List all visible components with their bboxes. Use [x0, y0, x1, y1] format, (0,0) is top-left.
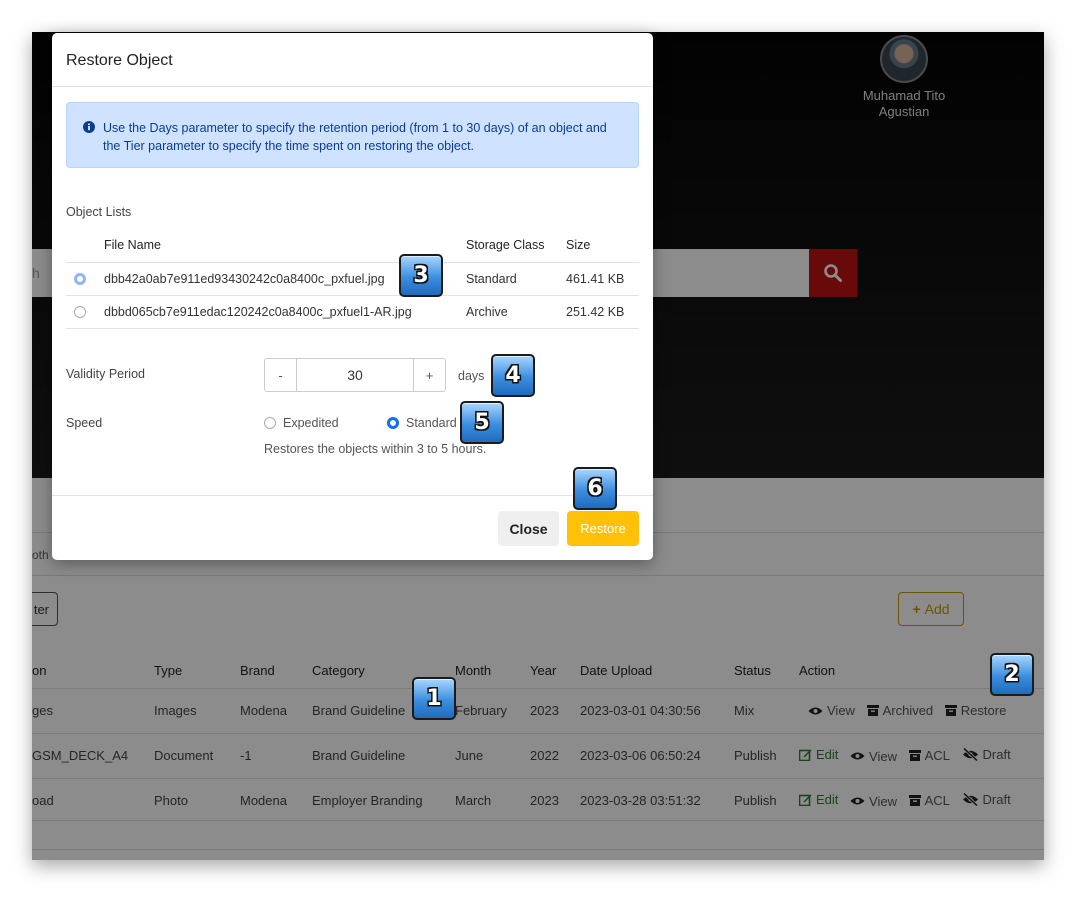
object-row[interactable]: dbbd065cb7e911edac120242c0a8400c_pxfuel1…	[66, 294, 639, 329]
info-icon	[83, 121, 95, 133]
validity-period-label: Validity Period	[66, 367, 145, 381]
col-select	[66, 229, 104, 262]
restore-object-modal: Restore Object Use the Days parameter to…	[52, 33, 653, 560]
callout-marker: 4	[491, 354, 535, 397]
object-file-name: dbbd065cb7e911edac120242c0a8400c_pxfuel1…	[104, 294, 466, 329]
info-alert: Use the Days parameter to specify the re…	[66, 102, 639, 168]
callout-marker: 2	[990, 653, 1034, 696]
days-unit: days	[458, 369, 485, 383]
object-size: 251.42 KB	[566, 294, 639, 329]
callout-marker: 1	[412, 677, 456, 720]
alert-text: Use the Days parameter to specify the re…	[103, 121, 607, 153]
speed-hint: Restores the objects within 3 to 5 hours…	[264, 442, 487, 456]
decrement-button[interactable]: -	[265, 359, 296, 391]
col-header-size: Size	[566, 238, 591, 253]
restore-button[interactable]: Restore	[567, 511, 639, 546]
object-storage-class: Archive	[466, 294, 566, 329]
modal-footer: Close Restore	[52, 495, 653, 560]
col-header-storage-class: Storage Class	[466, 238, 545, 253]
speed-option-expedited[interactable]: Expedited	[264, 416, 339, 430]
object-lists-label: Object Lists	[66, 205, 132, 219]
object-list-table: File Name Storage Class Size dbb42a0ab7e…	[66, 229, 639, 329]
callout-marker: 5	[460, 401, 504, 444]
expedited-radio[interactable]	[264, 417, 276, 429]
days-input[interactable]: 30	[296, 359, 414, 391]
days-stepper: - 30 +	[264, 358, 446, 392]
object-radio[interactable]	[74, 273, 86, 285]
expedited-label: Expedited	[283, 416, 339, 430]
modal-title: Restore Object	[52, 33, 653, 87]
speed-label: Speed	[66, 416, 103, 430]
speed-option-standard[interactable]: Standard	[387, 416, 457, 430]
increment-button[interactable]: +	[414, 359, 445, 391]
callout-marker: 3	[399, 254, 443, 297]
standard-radio[interactable]	[387, 417, 399, 429]
object-storage-class: Standard	[466, 261, 566, 295]
callout-marker: 6	[573, 467, 617, 510]
object-row[interactable]: dbb42a0ab7e911ed93430242c0a8400c_pxfuel.…	[66, 261, 639, 295]
object-size: 461.41 KB	[566, 261, 639, 295]
standard-label: Standard	[406, 416, 457, 430]
close-button[interactable]: Close	[498, 511, 559, 546]
object-radio[interactable]	[74, 306, 86, 318]
